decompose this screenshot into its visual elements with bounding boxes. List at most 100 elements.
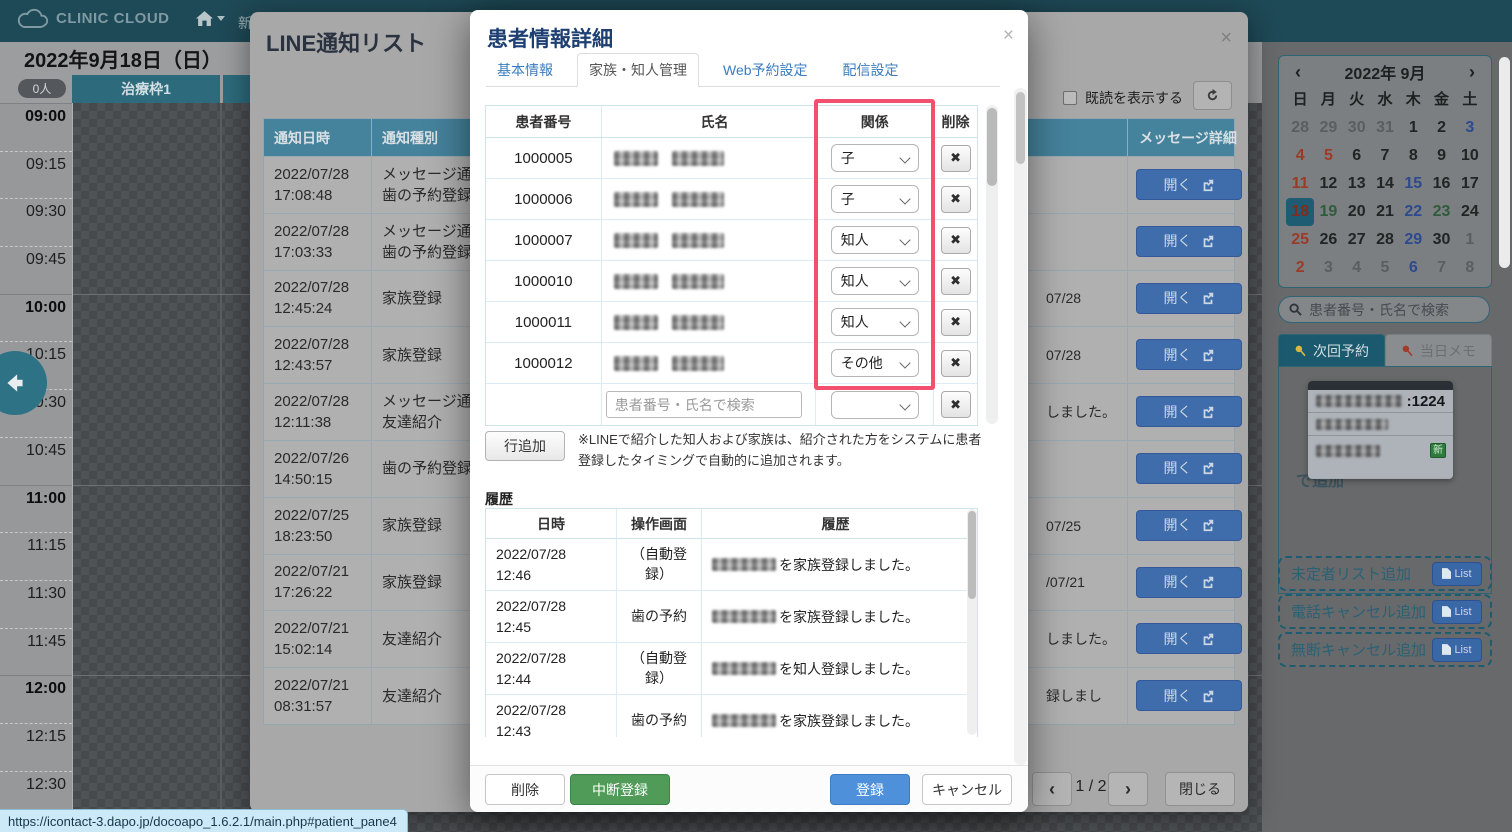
home-menu[interactable] bbox=[196, 11, 225, 26]
open-message-button[interactable]: 開く bbox=[1136, 339, 1242, 370]
calendar-day[interactable]: 1 bbox=[1456, 226, 1484, 254]
history-scroll-thumb[interactable] bbox=[968, 511, 976, 599]
close-icon[interactable]: × bbox=[1220, 27, 1232, 50]
calendar-next-button[interactable]: › bbox=[1469, 62, 1475, 83]
page-next-button[interactable]: › bbox=[1108, 772, 1148, 806]
open-message-button[interactable]: 開く bbox=[1136, 283, 1242, 314]
page-prev-button[interactable]: ‹ bbox=[1032, 772, 1072, 806]
calendar-day[interactable]: 12 bbox=[1314, 170, 1342, 198]
page-scrollbar[interactable] bbox=[1499, 57, 1510, 268]
calendar-day[interactable]: 15 bbox=[1399, 170, 1427, 198]
calendar-day[interactable]: 5 bbox=[1314, 142, 1342, 170]
list-button[interactable]: List bbox=[1432, 600, 1482, 624]
quick-add-box[interactable]: 無断キャンセル追加List bbox=[1278, 632, 1492, 667]
calendar-day[interactable]: 1 bbox=[1399, 114, 1427, 142]
calendar-day[interactable]: 6 bbox=[1399, 254, 1427, 282]
tab-next-reservation[interactable]: 次回予約 bbox=[1278, 334, 1385, 366]
quick-add-box[interactable]: 電話キャンセル追加List bbox=[1278, 594, 1492, 629]
relation-select[interactable]: 子 bbox=[831, 144, 919, 172]
close-icon[interactable]: × bbox=[1003, 25, 1014, 47]
calendar-day[interactable]: 31 bbox=[1371, 114, 1399, 142]
calendar-day[interactable]: 3 bbox=[1456, 114, 1484, 142]
calendar-day[interactable]: 18 bbox=[1286, 198, 1314, 226]
quick-add-box[interactable]: 未定者リスト追加List bbox=[1278, 556, 1492, 591]
calendar-day[interactable]: 9 bbox=[1427, 142, 1455, 170]
patient-search-input[interactable] bbox=[1309, 302, 1479, 318]
calendar-day[interactable]: 17 bbox=[1456, 170, 1484, 198]
cancel-button[interactable]: キャンセル bbox=[922, 774, 1012, 805]
calendar-day[interactable]: 27 bbox=[1343, 226, 1371, 254]
refresh-button[interactable] bbox=[1193, 81, 1232, 110]
calendar-day[interactable]: 8 bbox=[1399, 142, 1427, 170]
calendar-day[interactable]: 4 bbox=[1343, 254, 1371, 282]
open-message-button[interactable]: 開く bbox=[1136, 453, 1242, 484]
calendar-day[interactable]: 2 bbox=[1427, 114, 1455, 142]
calendar-day[interactable]: 11 bbox=[1286, 170, 1314, 198]
tab-today-memo[interactable]: 当日メモ bbox=[1385, 334, 1492, 366]
add-row-button[interactable]: 行追加 bbox=[485, 431, 565, 461]
calendar-day[interactable]: 30 bbox=[1427, 226, 1455, 254]
calendar-day[interactable]: 30 bbox=[1343, 114, 1371, 142]
calendar-day[interactable]: 29 bbox=[1314, 114, 1342, 142]
delete-row-button[interactable]: ✖ bbox=[941, 186, 971, 213]
register-button[interactable]: 登録 bbox=[830, 774, 910, 805]
open-message-button[interactable]: 開く bbox=[1136, 169, 1242, 200]
list-button[interactable]: List bbox=[1432, 638, 1482, 662]
delete-row-button[interactable]: ✖ bbox=[941, 145, 971, 172]
delete-row-button[interactable]: ✖ bbox=[941, 268, 971, 295]
calendar-day[interactable]: 2 bbox=[1286, 254, 1314, 282]
relation-select[interactable]: その他 bbox=[831, 349, 919, 377]
suspend-register-button[interactable]: 中断登録 bbox=[570, 774, 670, 805]
modal-scroll-thumb[interactable] bbox=[1016, 92, 1025, 164]
calendar-day[interactable]: 28 bbox=[1371, 226, 1399, 254]
delete-row-button[interactable]: ✖ bbox=[941, 350, 971, 377]
list-button[interactable]: List bbox=[1432, 562, 1482, 586]
close-list-button[interactable]: 閉じる bbox=[1165, 772, 1235, 806]
calendar-day[interactable]: 4 bbox=[1286, 142, 1314, 170]
calendar-day[interactable]: 16 bbox=[1427, 170, 1455, 198]
patient-tab-基本情報[interactable]: 基本情報 bbox=[486, 54, 564, 86]
calendar-day[interactable]: 22 bbox=[1399, 198, 1427, 226]
patient-tab-Web予約設定[interactable]: Web予約設定 bbox=[712, 54, 819, 86]
relation-select[interactable]: 知人 bbox=[831, 267, 919, 295]
family-search-input[interactable] bbox=[606, 391, 802, 418]
calendar-day[interactable]: 19 bbox=[1314, 198, 1342, 226]
calendar-day[interactable]: 25 bbox=[1286, 226, 1314, 254]
calendar-day[interactable]: 6 bbox=[1343, 142, 1371, 170]
relation-select[interactable] bbox=[831, 391, 919, 419]
show-read-checkbox[interactable]: 既読を表示する bbox=[1063, 88, 1183, 108]
open-message-button[interactable]: 開く bbox=[1136, 567, 1242, 598]
open-message-button[interactable]: 開く bbox=[1136, 680, 1242, 711]
delete-row-button[interactable]: ✖ bbox=[941, 309, 971, 336]
calendar-day[interactable]: 23 bbox=[1427, 198, 1455, 226]
relation-select[interactable]: 子 bbox=[831, 185, 919, 213]
calendar-day[interactable]: 26 bbox=[1314, 226, 1342, 254]
calendar-day[interactable]: 21 bbox=[1371, 198, 1399, 226]
patient-search[interactable] bbox=[1278, 296, 1490, 323]
calendar-day[interactable]: 7 bbox=[1427, 254, 1455, 282]
relation-select[interactable]: 知人 bbox=[831, 308, 919, 336]
patient-tab-家族・知人管理[interactable]: 家族・知人管理 bbox=[577, 53, 699, 87]
relation-select[interactable]: 知人 bbox=[831, 226, 919, 254]
calendar-day[interactable]: 29 bbox=[1399, 226, 1427, 254]
open-message-button[interactable]: 開く bbox=[1136, 396, 1242, 427]
calendar-day[interactable]: 8 bbox=[1456, 254, 1484, 282]
delete-button[interactable]: 削除 bbox=[485, 774, 565, 805]
calendar-prev-button[interactable]: ‹ bbox=[1295, 62, 1301, 83]
modal-scrollbar[interactable] bbox=[1014, 88, 1027, 765]
calendar-day[interactable]: 5 bbox=[1371, 254, 1399, 282]
open-message-button[interactable]: 開く bbox=[1136, 623, 1242, 654]
delete-row-button[interactable]: ✖ bbox=[941, 227, 971, 254]
calendar-day[interactable]: 24 bbox=[1456, 198, 1484, 226]
calendar-day[interactable]: 28 bbox=[1286, 114, 1314, 142]
calendar-day[interactable]: 14 bbox=[1371, 170, 1399, 198]
family-table-scroll-thumb[interactable] bbox=[987, 108, 997, 186]
calendar-day[interactable]: 10 bbox=[1456, 142, 1484, 170]
calendar-day[interactable]: 7 bbox=[1371, 142, 1399, 170]
calendar-day[interactable]: 20 bbox=[1343, 198, 1371, 226]
appointment-card[interactable]: :1224 新 bbox=[1308, 381, 1453, 479]
open-message-button[interactable]: 開く bbox=[1136, 510, 1242, 541]
patient-tab-配信設定[interactable]: 配信設定 bbox=[832, 54, 910, 86]
calendar-day[interactable]: 13 bbox=[1343, 170, 1371, 198]
calendar-day[interactable]: 3 bbox=[1314, 254, 1342, 282]
